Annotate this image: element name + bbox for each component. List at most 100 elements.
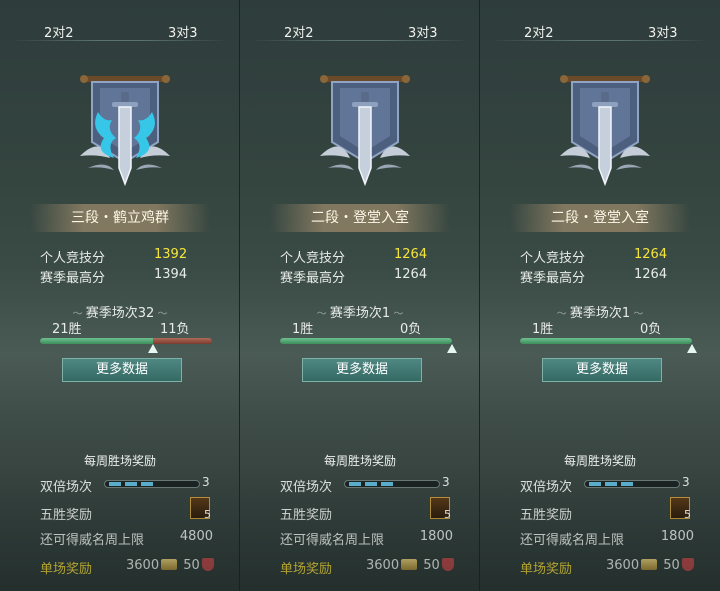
single-reward-label: 单场奖励 — [280, 562, 333, 577]
wins-count: 1胜 — [532, 322, 554, 337]
double-count: 3 — [442, 475, 450, 489]
weekly-reward-title: 每周胜场奖励 — [323, 454, 396, 468]
left-swirl-icon: 〜 — [316, 309, 330, 320]
season-high-value: 1264 — [394, 267, 428, 282]
win-loss-bar — [280, 338, 452, 344]
double-segment — [349, 482, 361, 486]
loss-bar — [153, 338, 212, 344]
double-track — [584, 480, 680, 488]
win-bar — [40, 338, 153, 344]
shield-amount: 50 — [183, 558, 200, 573]
double-count: 3 — [682, 475, 690, 489]
double-matches-label: 双倍场次 — [520, 480, 573, 495]
tab-3v3[interactable]: 3对3 — [648, 22, 678, 41]
treasure-chest-icon[interactable]: 5 — [430, 497, 451, 521]
tab-3v3[interactable]: 3对3 — [408, 22, 438, 41]
remaining-value: 1800 — [660, 529, 694, 544]
treasure-chest-icon[interactable]: 5 — [190, 497, 211, 521]
season-high-value: 1394 — [154, 267, 188, 282]
shield-icon — [441, 558, 454, 571]
remaining-value: 4800 — [179, 529, 213, 544]
mode-tabs: 2对2 3对3 — [240, 0, 480, 58]
remaining-label: 还可得威名周上限 — [280, 533, 385, 548]
ratio-marker-icon — [687, 344, 697, 353]
mode-tabs: 2对2 3对3 — [480, 0, 720, 58]
more-data-button[interactable]: 更多数据 — [62, 358, 182, 382]
single-reward-label: 单场奖励 — [40, 562, 93, 577]
tab-divider — [10, 40, 230, 41]
double-matches-bar: 3 — [104, 475, 210, 490]
tab-2v2[interactable]: 2对2 — [524, 22, 554, 41]
win-loss-bar — [520, 338, 692, 344]
shield-amount: 50 — [423, 558, 440, 573]
mode-tabs: 2对2 3对3 — [0, 0, 240, 58]
season-high-value: 1264 — [634, 267, 668, 282]
season-matches-text: 赛季场次32 — [85, 306, 155, 321]
ratio-marker-icon — [447, 344, 457, 353]
coin-icon — [641, 559, 658, 570]
double-segment — [381, 482, 393, 486]
season-high-label: 赛季最高分 — [280, 271, 346, 286]
personal-score-label: 个人竞技分 — [280, 251, 346, 266]
rank-title: 三段・鹤立鸡群 — [30, 204, 210, 232]
double-count: 3 — [202, 475, 210, 489]
personal-score-value: 1264 — [634, 247, 668, 262]
more-data-button[interactable]: 更多数据 — [302, 358, 422, 382]
double-segment — [589, 482, 601, 486]
arena-panel: 2对2 3对3 三段・鹤立鸡群 个人竞技分 1392 赛季最高分 1394 〜 … — [0, 0, 240, 591]
more-data-button[interactable]: 更多数据 — [542, 358, 662, 382]
win-bar — [520, 338, 692, 344]
chest-count: 5 — [444, 508, 451, 521]
five-win-label: 五胜奖励 — [40, 508, 93, 523]
personal-score-label: 个人竞技分 — [520, 251, 586, 266]
coin-amount: 3600 — [606, 558, 640, 573]
double-matches-bar: 3 — [344, 475, 450, 490]
rank-title: 二段・登堂入室 — [270, 204, 450, 232]
chest-count: 5 — [684, 508, 691, 521]
win-loss-bar — [40, 338, 212, 344]
tab-2v2[interactable]: 2对2 — [284, 22, 314, 41]
remaining-label: 还可得威名周上限 — [40, 533, 145, 548]
season-matches-text: 赛季场次1 — [329, 306, 391, 321]
dragon-banner-icon — [80, 75, 170, 187]
double-segment — [621, 482, 633, 486]
tab-2v2[interactable]: 2对2 — [44, 22, 74, 41]
chest-count: 5 — [204, 508, 211, 521]
double-matches-bar: 3 — [584, 475, 690, 490]
tab-divider — [490, 40, 710, 41]
season-matches-text: 赛季场次1 — [569, 306, 631, 321]
personal-score-label: 个人竞技分 — [40, 251, 106, 266]
double-track — [344, 480, 440, 488]
coin-amount: 3600 — [366, 558, 400, 573]
double-matches-label: 双倍场次 — [40, 480, 93, 495]
sword-banner-icon — [560, 75, 650, 187]
shield-icon — [681, 558, 694, 571]
remaining-value: 1800 — [419, 529, 453, 544]
weekly-reward-title: 每周胜场奖励 — [563, 454, 636, 468]
season-high-label: 赛季最高分 — [40, 271, 106, 286]
remaining-label: 还可得威名周上限 — [520, 533, 625, 548]
losses-count: 11负 — [160, 322, 190, 337]
single-reward: 3600 50 — [126, 558, 214, 573]
personal-score-value: 1392 — [154, 247, 188, 262]
coin-amount: 3600 — [126, 558, 160, 573]
left-swirl-icon: 〜 — [556, 309, 570, 320]
tab-divider — [250, 40, 470, 41]
double-track — [104, 480, 200, 488]
single-reward: 3600 50 — [606, 558, 694, 573]
weekly-reward-title: 每周胜场奖励 — [83, 454, 156, 468]
losses-count: 0负 — [640, 322, 662, 337]
double-segment — [109, 482, 121, 486]
single-reward: 3600 50 — [366, 558, 454, 573]
five-win-label: 五胜奖励 — [280, 508, 333, 523]
treasure-chest-icon[interactable]: 5 — [670, 497, 691, 521]
tab-3v3[interactable]: 3对3 — [168, 22, 198, 41]
season-high-label: 赛季最高分 — [520, 271, 586, 286]
double-segment — [141, 482, 153, 486]
personal-score-value: 1264 — [394, 247, 428, 262]
double-segment — [125, 482, 137, 486]
arena-panel: 2对2 3对3 二段・登堂入室 个人竞技分 1264 赛季最高分 1264 〜 … — [240, 0, 480, 591]
shield-amount: 50 — [663, 558, 680, 573]
wins-count: 21胜 — [52, 322, 82, 337]
sword-banner-icon — [320, 75, 410, 187]
